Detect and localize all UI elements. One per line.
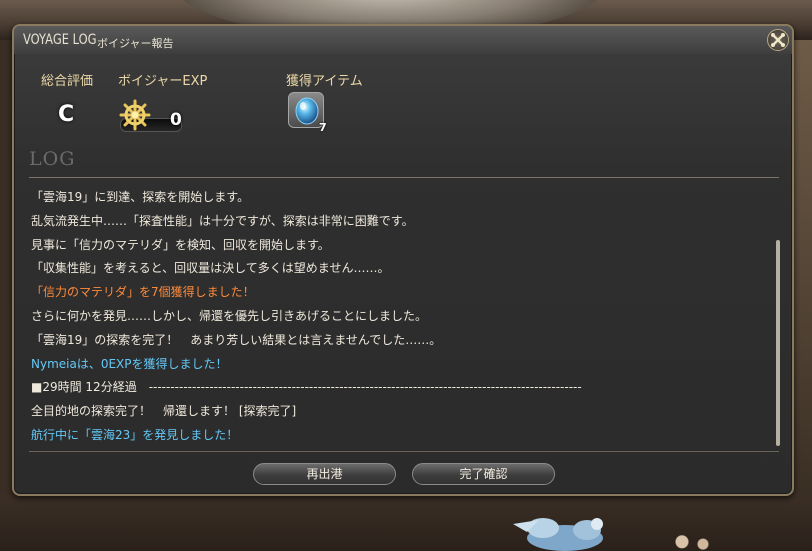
item-count: 7 <box>319 121 327 134</box>
log-line-discovery: 航行中に「雲海23」を発見しました！ <box>31 427 239 442</box>
log-list: 「雲海19」に到達、探索を開始します。 乱気流発生中……「探査性能」は十分ですが… <box>31 186 771 448</box>
log-line-exp-gained: Nymeiaは、0EXPを獲得しました！ <box>31 356 228 371</box>
titlebar: VOYAGE LOG ボイジャー報告 <box>14 26 792 54</box>
log-line: 全目的地の探索完了！ 帰還します！ [探索完了] <box>31 404 297 419</box>
log-heading: LOG <box>29 148 76 170</box>
log-scrollbar[interactable] <box>776 240 780 446</box>
voyage-log-window: VOYAGE LOG ボイジャー報告 総合評価 C ボイジャーEXP 0 獲得ア… <box>12 24 794 496</box>
log-line: 「雲海19」に到達、探索を開始します。 <box>31 190 250 204</box>
log-line: 乱気流発生中……「探査性能」は十分ですが、探索は非常に困難です。 <box>31 213 414 228</box>
crystal-icon <box>295 97 319 125</box>
confirm-complete-button[interactable]: 完了確認 <box>412 463 555 485</box>
overall-rating-label: 総合評価 <box>41 74 94 89</box>
redepart-button[interactable]: 再出港 <box>253 463 396 485</box>
log-line: 見事に「信力のマテリダ」を検知、回収を開始します。 <box>31 237 330 252</box>
log-line: 「雲海19」の探索を完了！ あまり芳しい結果とは言えませんでした……。 <box>31 332 442 347</box>
close-icon <box>771 33 785 47</box>
window-title: VOYAGE LOG <box>23 32 97 48</box>
log-line-elapsed-time: ■29時間 12分経過 ----------------------------… <box>31 380 582 395</box>
ship-wheel-icon <box>119 99 151 131</box>
log-bottom-divider <box>29 451 779 452</box>
obtained-items-label: 獲得アイテム <box>286 74 363 89</box>
background-decoration <box>670 528 730 551</box>
window-subtitle: ボイジャー報告 <box>97 37 174 50</box>
close-button[interactable] <box>767 29 789 51</box>
log-line-item-obtained: 「信力のマテリダ」を7個獲得しました！ <box>31 285 255 300</box>
exp-value: 0 <box>170 110 182 130</box>
overall-grade: C <box>58 102 75 127</box>
log-line: 「収集性能」を考えると、回収量は決して多くは望めません……。 <box>31 261 390 276</box>
voyager-exp-label: ボイジャーEXP <box>118 74 208 89</box>
log-divider <box>29 177 779 178</box>
background-creature <box>513 518 603 551</box>
log-line: さらに何かを発見……しかし、帰還を優先し引きあげることにしました。 <box>31 308 428 323</box>
